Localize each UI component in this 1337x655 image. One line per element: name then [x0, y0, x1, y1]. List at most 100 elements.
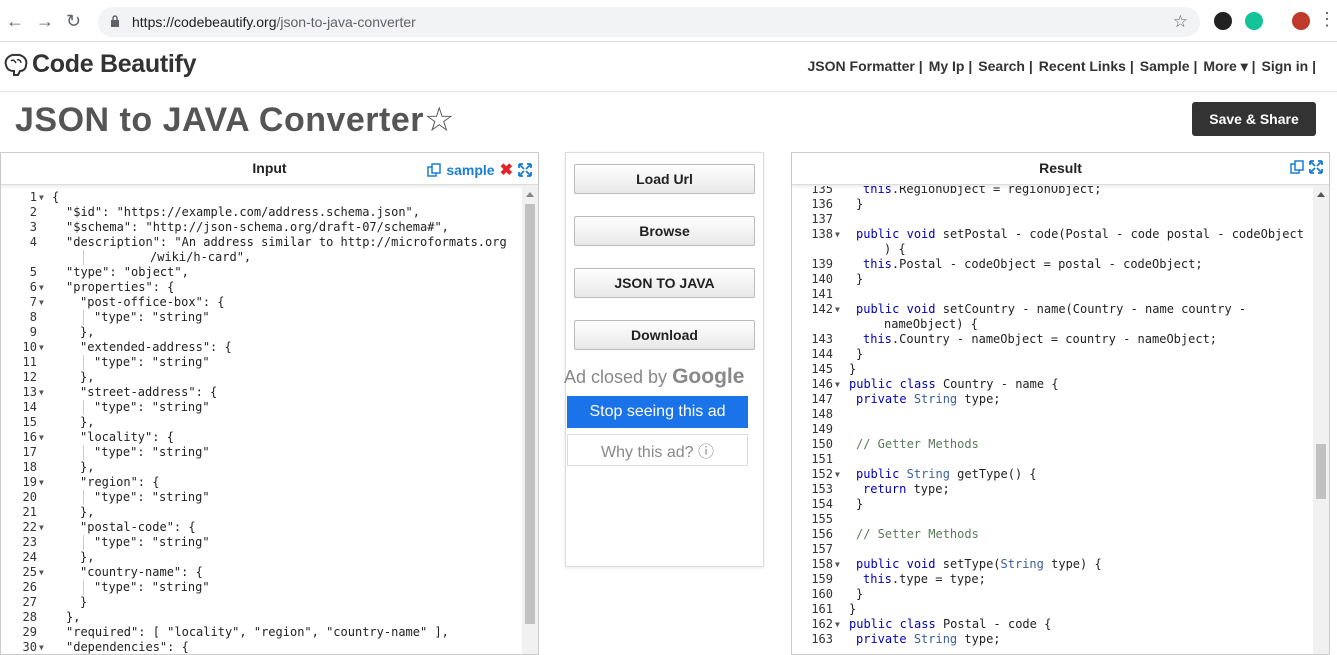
input-scrollbar[interactable]	[522, 186, 538, 654]
nav-sign-in[interactable]: Sign in |	[1259, 58, 1319, 75]
fold-arrow-icon[interactable]: ▼	[39, 280, 44, 295]
line-number: 3	[29, 220, 37, 234]
code-text: "$schema": "http://json-schema.org/draft…	[66, 220, 449, 234]
menu-kebab-icon[interactable]: ⋮	[1318, 9, 1336, 30]
download-button[interactable]: Download	[574, 320, 755, 350]
line-number: 150	[811, 437, 833, 451]
fold-arrow-icon[interactable]: ▼	[39, 385, 44, 400]
sample-link[interactable]: sample	[446, 162, 494, 178]
scroll-up-arrow-icon[interactable]	[526, 192, 534, 197]
line-number: 11	[22, 355, 37, 369]
fold-arrow-icon[interactable]: ▼	[39, 520, 44, 535]
scroll-up-arrow-icon[interactable]	[1317, 192, 1325, 197]
code-text: this.Postal - codeObject = postal - code…	[863, 257, 1203, 271]
profile-avatar[interactable]	[1292, 12, 1310, 30]
line-number: 135	[811, 186, 833, 196]
result-panel: Result 135 this.RegionObject = regionObje…	[791, 152, 1330, 655]
code-line: 159 this.type = type;	[792, 572, 1313, 587]
why-this-ad-button[interactable]: Why this ad? ⓘ	[567, 434, 748, 466]
line-number: 10	[22, 340, 37, 354]
fold-arrow-icon[interactable]: ▼	[39, 295, 44, 310]
indent-guide	[83, 310, 84, 325]
fold-arrow-icon[interactable]: ▼	[39, 340, 44, 355]
nav-json-formatter[interactable]: JSON Formatter |	[805, 58, 926, 75]
grammarly-icon[interactable]	[1245, 12, 1263, 30]
nav-more[interactable]: More ▾ |	[1200, 58, 1258, 75]
forward-icon[interactable]: →	[36, 11, 54, 32]
line-number: 24	[22, 550, 37, 564]
line-number: 12	[22, 370, 37, 384]
nav-sample[interactable]: Sample |	[1137, 58, 1201, 75]
result-editor[interactable]: 135 this.RegionObject = regionObject; 136}…	[792, 186, 1329, 654]
line-number: 160	[811, 587, 833, 601]
line-number: 8	[29, 310, 37, 324]
fullscreen-icon[interactable]	[518, 163, 532, 177]
code-text: }	[856, 272, 864, 286]
code-text: }	[856, 347, 864, 361]
line-number: 138	[811, 227, 833, 241]
code-text: },	[80, 415, 95, 429]
fold-arrow-icon[interactable]: ▼	[835, 227, 840, 242]
code-text: nameObject) {	[884, 317, 978, 331]
code-text: "type": "string"	[94, 535, 210, 549]
site-logo[interactable]: Code Beautify	[2, 50, 196, 79]
stop-seeing-ad-button[interactable]: Stop seeing this ad	[567, 396, 748, 428]
save-share-button[interactable]: Save & Share	[1192, 102, 1316, 136]
fold-arrow-icon[interactable]: ▼	[835, 557, 840, 572]
result-scrollbar[interactable]	[1313, 186, 1329, 654]
line-number: 21	[22, 505, 37, 519]
line-number: 16	[22, 430, 37, 444]
browse-button[interactable]: Browse	[574, 216, 755, 246]
fold-arrow-icon[interactable]: ▼	[39, 640, 44, 654]
line-number: 162	[811, 617, 833, 631]
code-line: 144}	[792, 347, 1313, 362]
bookmark-star-icon[interactable]: ☆	[1173, 12, 1188, 32]
load-url-button[interactable]: Load Url	[574, 164, 755, 194]
input-panel-header: Input sample ✖	[1, 153, 538, 185]
code-text: }	[849, 362, 857, 376]
line-number: 29	[22, 625, 37, 639]
code-line: 142 ▼ public void setCountry - name(Countr…	[792, 302, 1313, 317]
favorite-star-icon[interactable]: ☆	[424, 101, 455, 139]
fold-arrow-icon[interactable]: ▼	[39, 565, 44, 580]
nav-search[interactable]: Search |	[975, 58, 1036, 75]
fullscreen-icon[interactable]	[1309, 160, 1323, 174]
code-text: {	[52, 190, 60, 204]
code-line: 147 private String type;	[792, 392, 1313, 407]
code-text: public String getType() {	[856, 467, 1037, 481]
copy-icon[interactable]	[1290, 160, 1304, 174]
back-icon[interactable]: ←	[6, 11, 24, 32]
clear-close-icon[interactable]: ✖	[500, 160, 513, 180]
input-scroll-thumb[interactable]	[525, 204, 535, 624]
fold-arrow-icon[interactable]: ▼	[39, 475, 44, 490]
fold-arrow-icon[interactable]: ▼	[835, 302, 840, 317]
reload-icon[interactable]: ↻	[66, 11, 81, 32]
input-editor[interactable]: 1 ▼{2 "$id": "https://example.com/address.…	[1, 186, 538, 654]
code-line: 18},	[1, 460, 522, 475]
code-line: 21},	[1, 505, 522, 520]
fold-arrow-icon[interactable]: ▼	[39, 190, 44, 205]
fold-arrow-icon[interactable]: ▼	[39, 430, 44, 445]
address-bar[interactable]: https://codebeautify.org/json-to-java-co…	[98, 7, 1200, 37]
copy-icon[interactable]	[427, 163, 442, 177]
nav-my-ip[interactable]: My Ip |	[926, 58, 976, 75]
json-to-java-button[interactable]: JSON TO JAVA	[574, 268, 755, 298]
code-text: private String type;	[856, 632, 1001, 646]
line-number: 19	[22, 475, 37, 489]
line-number: 20	[22, 490, 37, 504]
result-scroll-thumb[interactable]	[1316, 444, 1326, 499]
code-line: 152 ▼ public String getType() {	[792, 467, 1313, 482]
code-line: nameObject) {	[792, 317, 1313, 332]
code-line: 148	[792, 407, 1313, 422]
code-text: "dependencies": {	[66, 640, 189, 654]
indent-guide	[83, 535, 84, 550]
extension-icon[interactable]	[1214, 12, 1232, 30]
line-number: 25	[22, 565, 37, 579]
code-text: this.RegionObject = regionObject;	[863, 186, 1102, 196]
nav-recent-links[interactable]: Recent Links |	[1036, 58, 1137, 75]
line-number: 143	[811, 332, 833, 346]
fold-arrow-icon[interactable]: ▼	[835, 377, 840, 392]
fold-arrow-icon[interactable]: ▼	[835, 617, 840, 632]
fold-arrow-icon[interactable]: ▼	[835, 467, 840, 482]
code-text: // Getter Methods	[856, 437, 979, 451]
